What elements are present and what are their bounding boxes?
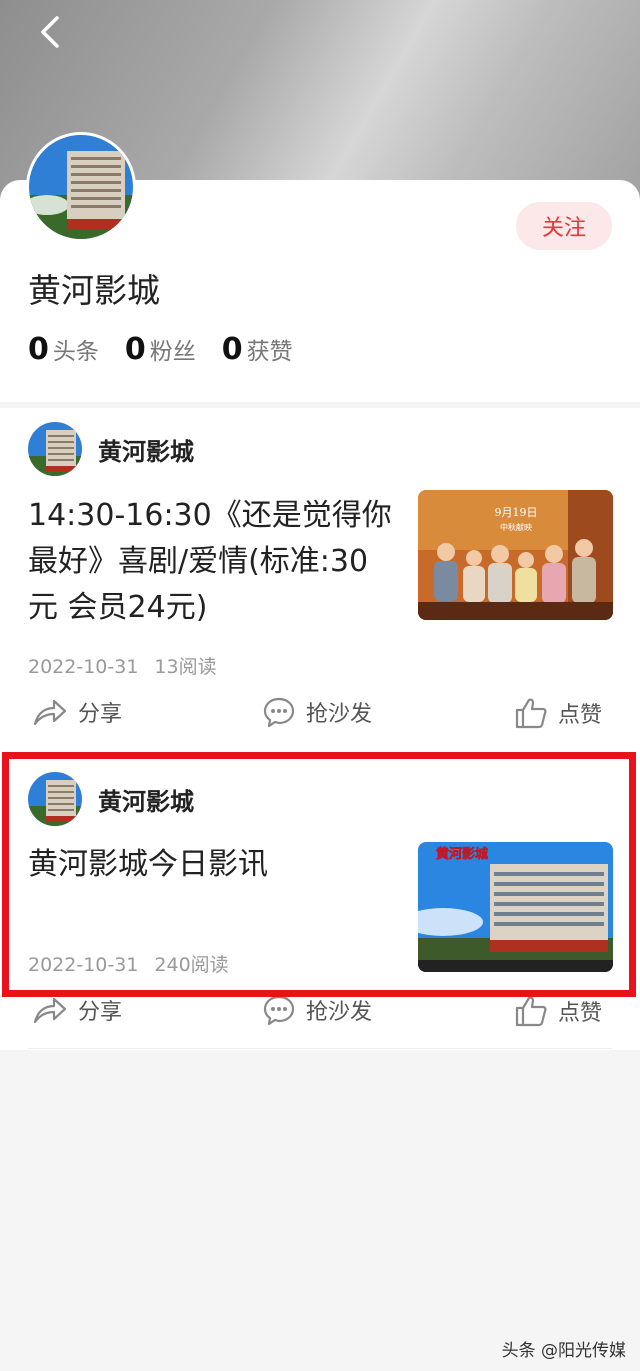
- thumb-date-text: 9月19日: [495, 506, 538, 519]
- like-label: 点赞: [558, 1001, 603, 1026]
- avatar: [28, 772, 82, 826]
- comment-button[interactable]: 抢沙发: [262, 994, 372, 1026]
- post-meta: 2022-10-31 13阅读: [28, 652, 217, 679]
- avatar: [28, 422, 82, 476]
- like-button[interactable]: 点赞: [514, 994, 602, 1028]
- profile-name: 黄河影城: [28, 271, 160, 310]
- post-thumbnail[interactable]: 9月19日 中秋献映: [418, 490, 613, 620]
- post-feed: 黄河影城 14:30-16:30《还是觉得你最好》喜剧/爱情(标准:30元 会员…: [0, 408, 640, 1050]
- thumb-logo-text: 黄河影城: [436, 846, 488, 862]
- avatar[interactable]: [26, 132, 136, 242]
- stat-label: 获赞: [246, 339, 293, 365]
- stat-value: 0: [124, 332, 146, 367]
- post-title[interactable]: 黄河影城今日影讯: [28, 842, 398, 888]
- share-button[interactable]: 分享: [32, 696, 122, 728]
- stat-value: 0: [28, 332, 49, 367]
- thumb-sub-text: 中秋献映: [500, 522, 532, 532]
- like-button[interactable]: 点赞: [514, 696, 602, 730]
- post-actions: 分享 抢沙发 点赞: [0, 696, 640, 736]
- post-actions: 分享 抢沙发 点赞: [0, 994, 640, 1034]
- profile-stats: 0 头条 0 粉丝 0 获赞: [28, 332, 293, 367]
- share-button[interactable]: 分享: [32, 994, 122, 1026]
- comment-icon: [263, 995, 295, 1026]
- stat-label: 粉丝: [149, 339, 196, 365]
- author-name: 黄河影城: [98, 437, 194, 466]
- like-label: 点赞: [558, 703, 603, 728]
- post-item[interactable]: 黄河影城 黄河影城今日影讯 黄河影城 2022-10-31 240阅读: [0, 756, 640, 996]
- share-label: 分享: [78, 1000, 123, 1025]
- stat-likes[interactable]: 0 获赞: [222, 332, 293, 367]
- stat-articles[interactable]: 0 头条: [28, 332, 99, 367]
- post-date: 2022-10-31: [28, 656, 139, 678]
- watermark: 头条 @阳光传媒: [501, 1341, 626, 1361]
- share-label: 分享: [78, 702, 123, 727]
- comment-icon: [263, 697, 295, 728]
- post-author[interactable]: 黄河影城: [28, 422, 194, 476]
- post-meta: 2022-10-31 240阅读: [28, 950, 229, 977]
- share-icon: [33, 997, 67, 1024]
- stat-fans[interactable]: 0 粉丝: [125, 332, 196, 367]
- post-reads: 240阅读: [154, 954, 229, 976]
- thumbs-up-icon: [515, 996, 547, 1027]
- post-author[interactable]: 黄河影城: [28, 772, 194, 826]
- share-icon: [33, 699, 67, 726]
- feed-divider: [28, 1048, 612, 1049]
- post-title[interactable]: 14:30-16:30《还是觉得你最好》喜剧/爱情(标准:30元 会员24元): [28, 493, 398, 631]
- comment-button[interactable]: 抢沙发: [262, 696, 372, 728]
- post-reads: 13阅读: [154, 656, 217, 678]
- back-button[interactable]: [30, 12, 70, 52]
- comment-label: 抢沙发: [306, 702, 373, 727]
- chevron-left-icon: [41, 16, 59, 48]
- follow-button[interactable]: 关注: [516, 202, 612, 250]
- comment-label: 抢沙发: [306, 1000, 373, 1025]
- stat-label: 头条: [52, 339, 99, 365]
- stat-value: 0: [221, 332, 243, 367]
- post-date: 2022-10-31: [28, 954, 139, 976]
- post-thumbnail[interactable]: 黄河影城: [418, 842, 613, 972]
- thumbs-up-icon: [515, 698, 547, 729]
- author-name: 黄河影城: [98, 787, 194, 816]
